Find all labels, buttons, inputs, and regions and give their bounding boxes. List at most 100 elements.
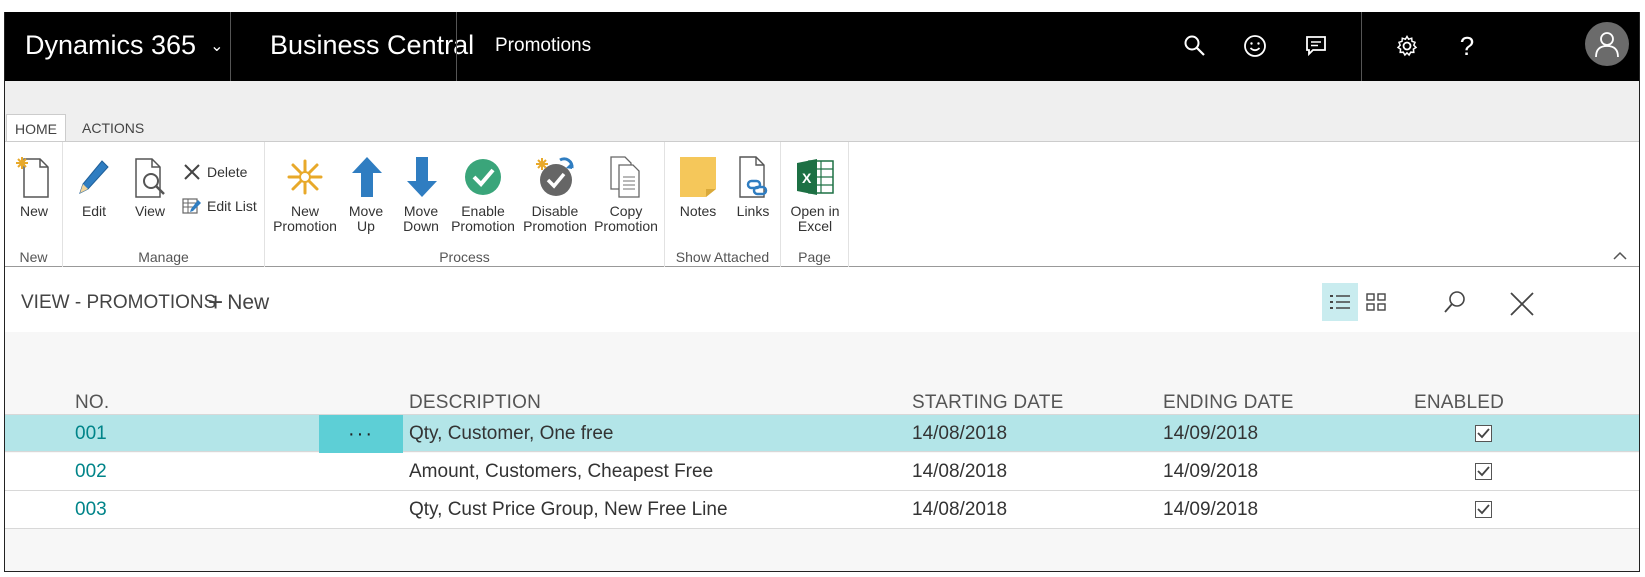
new-record-button[interactable]: + New xyxy=(208,285,270,317)
tab-home[interactable]: HOME xyxy=(6,114,66,142)
sticky-note-icon xyxy=(676,154,720,200)
open-in-excel-label-1: Open in xyxy=(790,203,840,219)
settings-icon[interactable] xyxy=(1391,30,1423,62)
search-list-icon[interactable] xyxy=(1437,283,1473,321)
move-down-label-2: Down xyxy=(403,218,439,234)
new-promotion-label-1: New xyxy=(290,203,319,219)
move-down-button[interactable]: Move Down xyxy=(400,154,442,234)
tab-actions[interactable]: ACTIONS xyxy=(74,114,152,142)
plus-icon: + xyxy=(208,287,224,317)
new-document-icon xyxy=(12,154,56,200)
tile-view-icon[interactable] xyxy=(1358,283,1394,321)
list-background xyxy=(5,332,1639,571)
move-up-button[interactable]: Move Up xyxy=(345,154,387,234)
new-promotion-label-2: Promotion xyxy=(273,218,337,234)
collapse-ribbon-icon[interactable] xyxy=(1613,248,1627,264)
column-header-enabled[interactable]: ENABLED xyxy=(1414,392,1504,414)
open-in-excel-label-2: Excel xyxy=(797,218,833,234)
help-icon[interactable]: ? xyxy=(1451,30,1483,62)
app-window: Dynamics 365 ⌄ Business Central Promotion… xyxy=(4,12,1640,572)
edit-list-button-label: Edit List xyxy=(207,198,257,214)
table-row[interactable]: 003 Qty, Cust Price Group, New Free Line… xyxy=(5,491,1639,529)
divider xyxy=(1361,12,1362,81)
excel-icon: X xyxy=(793,154,837,200)
enabled-checkbox[interactable] xyxy=(1475,425,1492,442)
delete-button-label: Delete xyxy=(207,164,248,180)
cell-no[interactable]: 002 xyxy=(75,453,107,491)
cell-ending-date: 14/09/2018 xyxy=(1163,461,1259,482)
copy-promotion-button[interactable]: Copy Promotion xyxy=(593,154,659,234)
open-in-excel-button[interactable]: X Open in Excel xyxy=(787,154,843,234)
list-view-icon[interactable] xyxy=(1322,283,1358,321)
sunburst-icon xyxy=(283,154,327,200)
enabled-checkbox[interactable] xyxy=(1475,501,1492,518)
group-label-manage: Manage xyxy=(138,249,189,265)
smiley-icon[interactable] xyxy=(1239,30,1271,62)
product-name: Dynamics 365 xyxy=(25,30,197,60)
column-header-description[interactable]: DESCRIPTION xyxy=(409,392,541,414)
product-switcher[interactable]: Dynamics 365 ⌄ xyxy=(25,12,223,81)
disable-promotion-label-1: Disable xyxy=(531,203,579,219)
table-row[interactable]: 002 Amount, Customers, Cheapest Free 14/… xyxy=(5,453,1639,491)
user-avatar-icon[interactable] xyxy=(1585,22,1629,66)
disable-promotion-label-2: Promotion xyxy=(523,218,587,234)
ribbon-group-process: New Promotion Move Up Move Down Enable P… xyxy=(265,142,665,267)
cell-description: Qty, Cust Price Group, New Free Line xyxy=(409,499,728,520)
column-header-starting-date[interactable]: STARTING DATE xyxy=(912,392,1063,414)
copy-document-icon xyxy=(604,154,648,200)
top-navigation-bar: Dynamics 365 ⌄ Business Central Promotion… xyxy=(5,12,1639,81)
group-label-new: New xyxy=(19,249,48,265)
enabled-checkbox[interactable] xyxy=(1475,463,1492,480)
ribbon-group-manage: Edit View Delete Edit List Manage xyxy=(63,142,265,267)
app-name[interactable]: Business Central xyxy=(270,12,474,81)
close-icon[interactable] xyxy=(1502,284,1542,324)
edit-list-icon xyxy=(181,196,203,216)
enable-promotion-label-1: Enable xyxy=(461,203,505,219)
edit-list-button[interactable]: Edit List xyxy=(181,196,257,216)
cell-no[interactable]: 001 xyxy=(75,415,107,453)
row-actions-menu[interactable]: ··· xyxy=(319,415,403,453)
disable-promotion-button[interactable]: Disable Promotion xyxy=(522,154,588,234)
ellipsis-icon: ··· xyxy=(348,422,374,445)
new-button-label: New xyxy=(19,203,48,219)
cell-no[interactable]: 003 xyxy=(75,491,107,529)
view-button[interactable]: View xyxy=(127,154,173,219)
cell-ending-date: 14/09/2018 xyxy=(1163,423,1259,444)
arrow-up-icon xyxy=(345,154,389,200)
copy-promotion-label-2: Promotion xyxy=(594,218,658,234)
table-row[interactable]: 001 ··· Qty, Customer, One free 14/08/20… xyxy=(5,414,1639,453)
notes-button[interactable]: Notes xyxy=(675,154,721,219)
page-title: VIEW - PROMOTIONS xyxy=(21,292,217,313)
check-circle-icon xyxy=(461,154,505,200)
divider xyxy=(230,12,231,81)
link-document-icon xyxy=(731,154,775,200)
page-name: Promotions xyxy=(495,35,592,56)
ribbon-group-show-attached: Notes Links Show Attached xyxy=(665,142,781,267)
cell-ending-date: 14/09/2018 xyxy=(1163,499,1259,520)
ribbon-group-page: X Open in Excel Page xyxy=(781,142,849,267)
action-ribbon: New New Edit View Delete Edit List Manag… xyxy=(5,141,1639,267)
column-header-ending-date[interactable]: ENDING DATE xyxy=(1163,392,1294,414)
chat-icon[interactable] xyxy=(1300,30,1332,62)
enable-promotion-label-2: Promotion xyxy=(451,218,515,234)
disable-check-icon xyxy=(533,154,577,200)
enable-promotion-button[interactable]: Enable Promotion xyxy=(450,154,516,234)
view-button-label: View xyxy=(134,203,166,219)
delete-button[interactable]: Delete xyxy=(181,162,247,182)
cell-starting-date: 14/08/2018 xyxy=(912,423,1008,444)
move-down-label-1: Move xyxy=(403,203,439,219)
column-header-no[interactable]: NO. xyxy=(75,392,109,414)
notes-button-label: Notes xyxy=(679,203,717,219)
new-promotion-button[interactable]: New Promotion xyxy=(271,154,339,234)
view-document-icon xyxy=(128,154,172,200)
cell-description: Qty, Customer, One free xyxy=(409,423,614,444)
cell-description: Amount, Customers, Cheapest Free xyxy=(409,461,714,482)
edit-button[interactable]: Edit xyxy=(71,154,117,219)
new-button[interactable]: New xyxy=(9,154,59,219)
chevron-down-icon: ⌄ xyxy=(210,38,224,55)
links-button[interactable]: Links xyxy=(731,154,775,219)
new-record-label: New xyxy=(227,291,270,314)
search-icon[interactable] xyxy=(1179,30,1211,62)
cell-starting-date: 14/08/2018 xyxy=(912,499,1008,520)
delete-x-icon xyxy=(181,162,203,182)
